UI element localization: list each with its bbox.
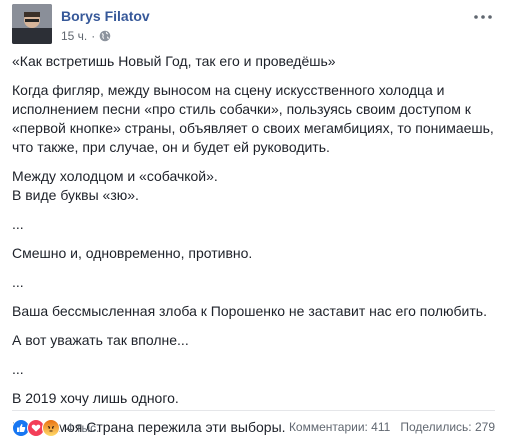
- post-text-line: Между холодцом и «собачкой».: [12, 168, 218, 184]
- post-text-line: «Как встретишь Новый Год, так его и пров…: [12, 53, 336, 69]
- post-text-line: Смешно и, одновременно, противно.: [12, 245, 253, 261]
- author-avatar[interactable]: [12, 4, 52, 44]
- post-paragraph: Между холодцом и «собачкой». В виде буквы…: [12, 167, 498, 205]
- post-paragraph: ...: [12, 215, 498, 234]
- post-header: Borys Filatov 15 ч. ·: [12, 4, 495, 48]
- post-paragraph: ...: [12, 360, 498, 379]
- post-paragraph: Когда фигляр, между выносом на сцену иск…: [12, 81, 498, 157]
- post-text-line: ...: [12, 361, 24, 377]
- post-text-line: Ваша бессмысленная злоба к Порошенко не …: [12, 303, 487, 319]
- post-text-line: что также, при случае, он и будет ей рук…: [12, 139, 330, 155]
- facebook-post: Borys Filatov 15 ч. · «Как встретишь Нов…: [0, 0, 507, 440]
- post-paragraph: «Как встретишь Новый Год, так его и пров…: [12, 52, 498, 71]
- separator-dot: ·: [91, 29, 96, 43]
- more-options-icon[interactable]: [471, 10, 495, 24]
- reactions-count[interactable]: 4 тыс.: [66, 421, 99, 435]
- shares-count[interactable]: Поделились: 279: [400, 420, 495, 434]
- post-text-line: исполнением песни «про стиль собачки», п…: [12, 101, 471, 117]
- post-body: «Как встретишь Новый Год, так его и пров…: [12, 52, 498, 447]
- author-name[interactable]: Borys Filatov: [61, 8, 150, 24]
- post-text-line: Когда фигляр, между выносом на сцену иск…: [12, 82, 445, 98]
- post-text-line: В виде буквы «зю».: [12, 187, 139, 203]
- globe-icon[interactable]: [99, 30, 111, 42]
- post-text-line: А вот уважать так вполне...: [12, 332, 189, 348]
- post-meta: 15 ч. ·: [61, 28, 111, 44]
- reactions-summary[interactable]: 4 тыс.: [12, 419, 99, 437]
- avatar-image: [12, 4, 52, 44]
- post-paragraph: А вот уважать так вполне...: [12, 331, 498, 350]
- post-paragraph: ...: [12, 273, 498, 292]
- post-paragraph: Ваша бессмысленная злоба к Порошенко не …: [12, 302, 498, 321]
- post-paragraph: В 2019 хочу лишь одного.: [12, 389, 498, 408]
- post-text-line: ...: [12, 274, 24, 290]
- post-text-line: «первой кнопке» страны, объявляет о свои…: [12, 120, 494, 136]
- angry-reaction-icon: [42, 419, 60, 437]
- post-text-line: В 2019 хочу лишь одного.: [12, 390, 179, 406]
- comments-count[interactable]: Комментарии: 411: [289, 420, 390, 434]
- post-text-line: ...: [12, 216, 24, 232]
- post-paragraph: Смешно и, одновременно, противно.: [12, 244, 498, 263]
- post-footer: 4 тыс. Комментарии: 411 Поделились: 279: [12, 410, 495, 439]
- engagement-stats: Комментарии: 411 Поделились: 279: [289, 420, 495, 434]
- post-timestamp[interactable]: 15 ч.: [61, 29, 87, 43]
